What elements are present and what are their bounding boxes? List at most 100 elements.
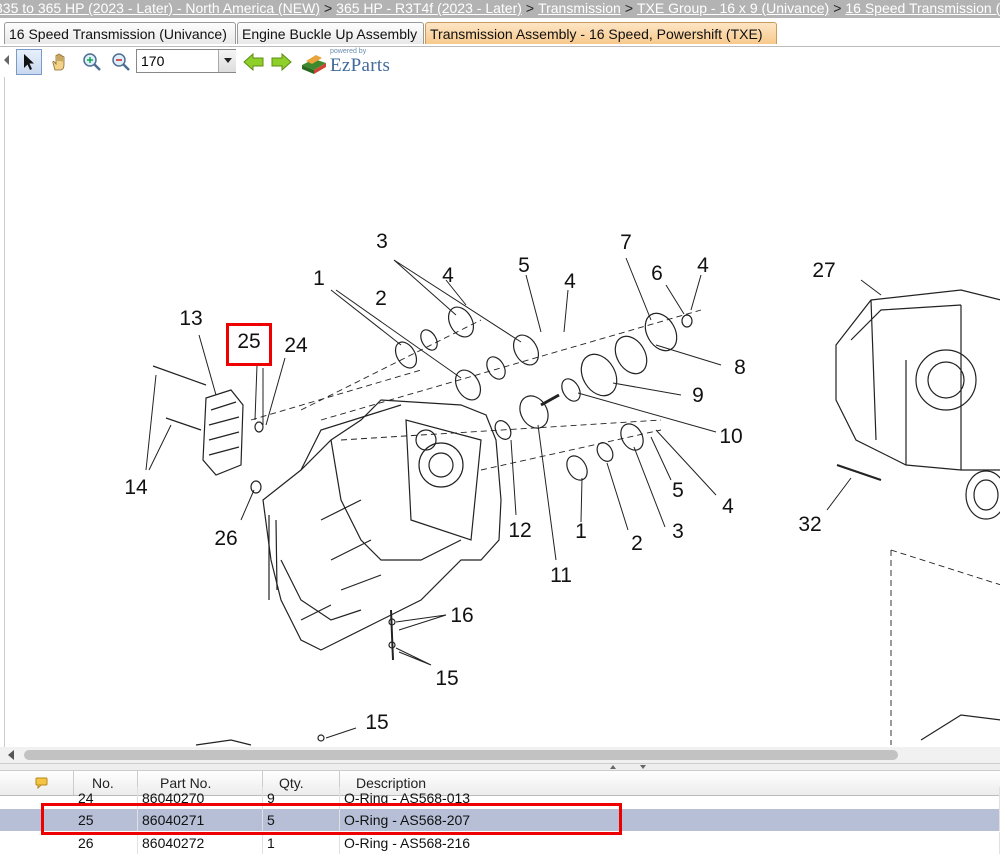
callout-5[interactable]: 5 [672,479,684,502]
pan-hand-icon [52,53,65,71]
lower-part [920,714,1000,741]
callout-1[interactable]: 1 [575,520,587,543]
right-housing-bore-inner [927,361,965,399]
cell-description: O-Ring - AS568-216 [340,832,1000,854]
callout-8[interactable]: 8 [734,356,746,379]
seal-2b [486,356,506,380]
callout-2[interactable]: 2 [375,287,387,310]
cover-3c [620,423,644,451]
ezparts-brand: powered by EzParts [300,47,410,77]
callout-3[interactable]: 3 [672,520,684,543]
select-tool-button[interactable] [16,49,42,75]
diagram-horizontal-scrollbar[interactable] [0,747,1000,763]
cover-7 [644,312,678,352]
housing-bearing-area [405,419,482,541]
seal-2c [596,442,614,462]
breadcrumb-separator: > [525,0,535,16]
clutch-pack-inner [973,479,999,511]
callout-1[interactable]: 1 [313,267,325,290]
forward-arrow-icon [271,53,292,71]
bolt-14a [152,365,207,386]
brand-powered-by: powered by [330,48,367,55]
callout-11[interactable]: 11 [550,564,572,587]
exploded-parts-diagram[interactable]: 1234 5476 489101325 241426 12111235427321615… [5,77,1000,765]
back-arrow-icon [243,53,264,71]
bearing-10 [561,378,581,402]
forward-button[interactable] [268,49,294,75]
gear-11 [519,395,549,429]
splitter-grip-icon[interactable] [598,764,658,770]
gasket-1c [566,455,588,481]
bolt-32 [836,464,882,481]
gasket-1 [394,341,418,369]
bolt-14b [165,417,202,431]
callout-4[interactable]: 4 [697,254,709,277]
callout-24[interactable]: 24 [284,334,308,357]
breadcrumb: 335 to 365 HP (2023 - Later) - North Ame… [0,0,1000,18]
zoom-out-icon [112,53,130,71]
toolbar-scroll-left-icon[interactable] [4,55,9,65]
table-row[interactable]: 26 86040272 1 O-Ring - AS568-216 [0,832,1000,854]
shaft-11 [540,393,560,407]
back-button[interactable] [241,49,267,75]
callout-4[interactable]: 4 [722,495,734,518]
zoom-out-button[interactable] [108,49,134,75]
breadcrumb-link-hp[interactable]: 365 HP - R3T4f (2023 - Later) [336,0,522,16]
breadcrumb-link-txe-group[interactable]: TXE Group - 16 x 9 (Univance) [637,0,829,16]
callout-7[interactable]: 7 [620,231,632,254]
o-ring-26 [250,480,262,494]
zoom-in-button[interactable] [79,49,105,75]
callout-3[interactable]: 3 [376,230,388,253]
brand-name: EzParts [330,55,391,76]
breadcrumb-separator: > [624,0,633,16]
breadcrumb-link-transmission[interactable]: Transmission [538,0,621,16]
callout-13[interactable]: 13 [179,307,202,330]
callout-2[interactable]: 2 [631,532,643,555]
callout-6[interactable]: 6 [651,262,663,285]
housing-edge [280,559,362,621]
callout-4[interactable]: 4 [442,264,454,287]
ezparts-logo-icon [302,55,326,74]
gasket-1b [454,369,482,401]
o-ring-24 [254,421,264,433]
breadcrumb-link-16-speed[interactable]: 16 Speed Transmission (Univance) [845,0,1000,16]
zoom-dropdown-button[interactable] [218,50,236,72]
cell-part-no: 86040272 [138,832,263,854]
breadcrumb-separator: > [833,0,842,16]
highlighted-row-box [41,803,622,835]
callout-32[interactable]: 32 [798,513,821,536]
callout-14[interactable]: 14 [124,476,148,499]
breadcrumb-link-model[interactable]: 335 to 365 HP (2023 - Later) - North Ame… [0,0,320,16]
tab-engine-buckle-up[interactable]: Engine Buckle Up Assembly [237,22,424,44]
callout-10[interactable]: 10 [719,425,742,448]
housing-bore-inner [428,452,454,478]
cover-3b [512,334,540,366]
tab-transmission-assembly[interactable]: Transmission Assembly - 16 Speed, Powers… [425,22,777,44]
housing-edge [330,439,462,561]
breadcrumb-separator: > [323,0,333,16]
right-housing-bore [915,349,977,411]
callout-15[interactable]: 15 [365,711,388,734]
cell-no: 26 [74,832,138,854]
chevron-down-icon [223,58,232,63]
clutch-pack [965,470,1000,520]
right-centerline [890,549,1000,745]
callout-26[interactable]: 26 [214,527,237,550]
scroll-left-arrow-icon[interactable] [8,750,14,760]
callout-15[interactable]: 15 [435,667,458,690]
pane-splitter[interactable] [0,763,1000,771]
diagram-viewer[interactable]: 1 2 3 4 5 4 7 6 4 8 9 10 13 25 24 14 26 12 11 1 2 3 5 4 27 32 16 15… [4,77,1000,765]
callout-4[interactable]: 4 [564,270,576,293]
valve-block-detail [208,401,240,456]
select-arrow-icon [24,54,34,70]
callout-27[interactable]: 27 [812,259,835,282]
callout-9[interactable]: 9 [692,384,704,407]
callout-12[interactable]: 12 [508,519,531,542]
callout-16[interactable]: 16 [450,604,473,627]
scrollbar-thumb[interactable] [24,750,898,760]
zoom-in-icon [83,53,101,71]
callout-5[interactable]: 5 [518,254,530,277]
pan-tool-button[interactable] [46,49,72,75]
housing-bore-small [415,429,437,451]
tab-16-speed-transmission[interactable]: 16 Speed Transmission (Univance) [4,22,236,44]
